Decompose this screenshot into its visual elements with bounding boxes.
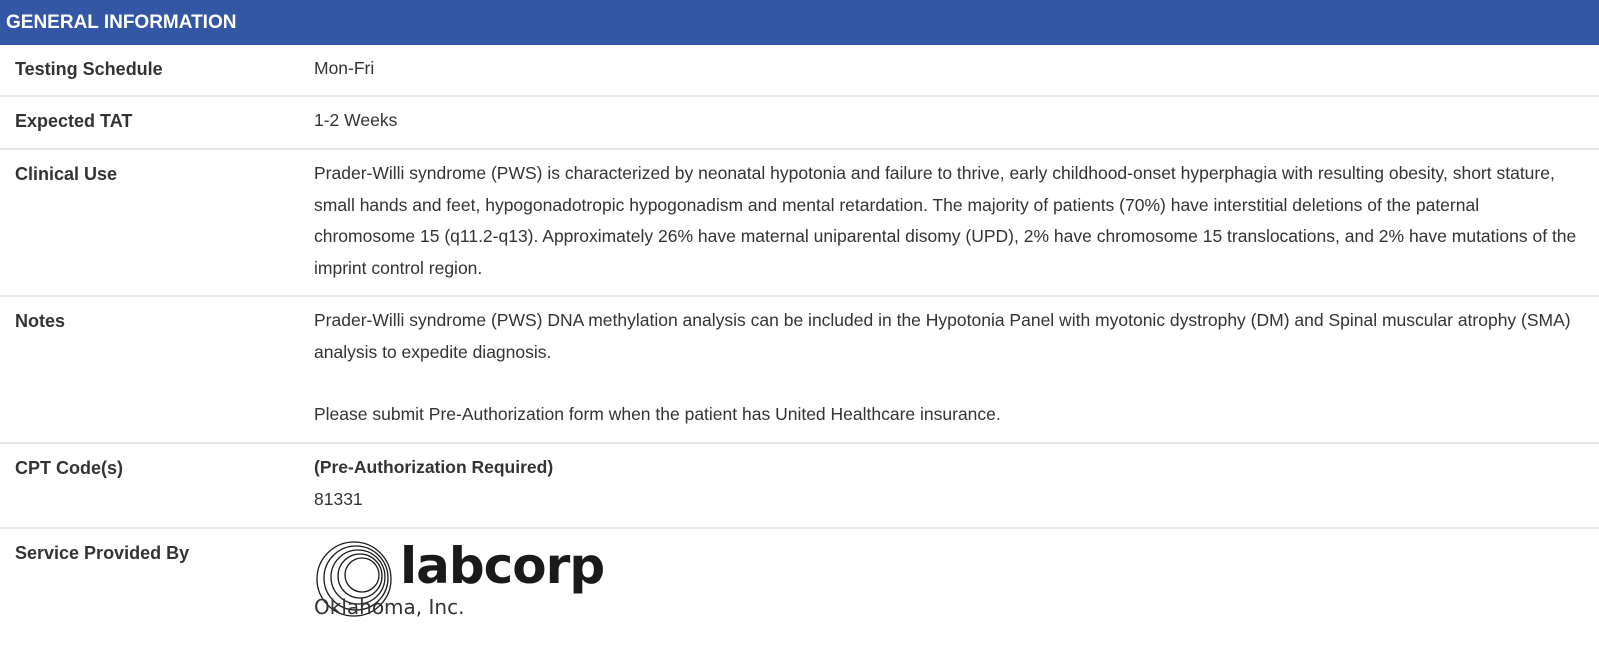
service-provider-value: labcorp Oklahoma, Inc. xyxy=(314,529,1599,652)
cpt-codes-value: (Pre-Authorization Required) 81331 xyxy=(314,444,1599,527)
testing-schedule-label: Testing Schedule xyxy=(15,59,163,79)
pre-authorization-note: (Pre-Authorization Required) xyxy=(314,457,554,477)
testing-schedule-row: Testing Schedule Mon-Fri xyxy=(0,45,1599,97)
clinical-use-value: Prader-Willi syndrome (PWS) is character… xyxy=(314,163,1577,278)
logo-wordmark: labcorp xyxy=(400,537,605,595)
service-provider-label: Service Provided By xyxy=(15,543,190,563)
notes-value: Prader-Willi syndrome (PWS) DNA methylat… xyxy=(314,297,1599,442)
section-title: GENERAL INFORMATION xyxy=(6,12,237,33)
testing-schedule-value: Mon-Fri xyxy=(314,58,375,78)
cpt-codes-row: CPT Code(s) (Pre-Authorization Required)… xyxy=(0,444,1599,529)
logo-text: labcorp Oklahoma, Inc. xyxy=(314,537,605,619)
expected-tat-row: Expected TAT 1-2 Weeks xyxy=(0,97,1599,150)
section-header: GENERAL INFORMATION xyxy=(0,0,1599,45)
service-provider-row: Service Provided By labcorp Oklahoma, In… xyxy=(0,529,1599,652)
notes-label: Notes xyxy=(15,311,66,331)
notes-paragraph: Please submit Pre-Authorization form whe… xyxy=(314,404,1001,424)
cpt-codes-label: CPT Code(s) xyxy=(15,458,123,478)
notes-row: Notes Prader-Willi syndrome (PWS) DNA me… xyxy=(0,297,1599,444)
expected-tat-label: Expected TAT xyxy=(15,111,133,131)
notes-paragraph: Prader-Willi syndrome (PWS) DNA methylat… xyxy=(314,310,1571,362)
labcorp-logo: labcorp Oklahoma, Inc. xyxy=(314,539,1579,619)
logo-subtitle: Oklahoma, Inc. xyxy=(314,595,465,619)
clinical-use-row: Clinical Use Prader-Willi syndrome (PWS)… xyxy=(0,150,1599,297)
cpt-code: 81331 xyxy=(314,488,363,509)
expected-tat-value: 1-2 Weeks xyxy=(314,110,398,130)
clinical-use-label: Clinical Use xyxy=(15,164,118,184)
